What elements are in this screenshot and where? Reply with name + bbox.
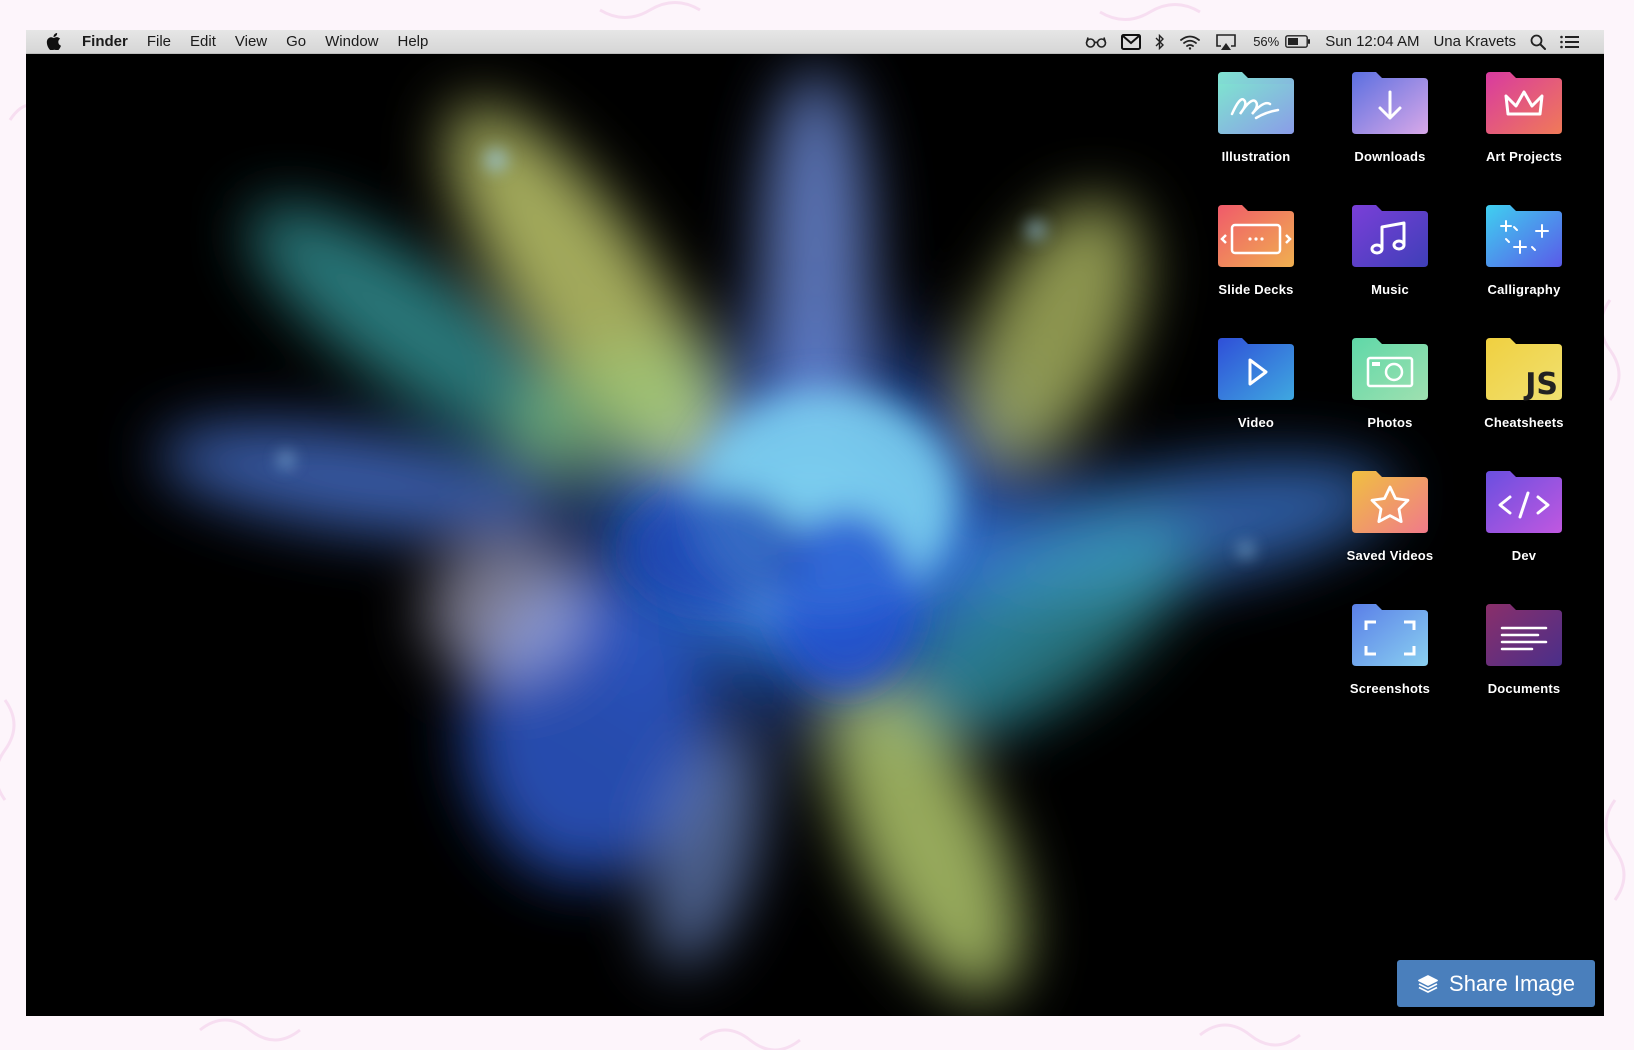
folder-label: Video [1237,415,1275,430]
folder-label: Saved Videos [1346,548,1434,563]
menu-app-finder[interactable]: Finder [82,33,128,50]
camera-icon [1350,336,1430,402]
folder-label: Music [1371,282,1409,297]
menubar-user-name[interactable]: Una Kravets [1433,33,1516,50]
folder-label: Downloads [1354,149,1426,164]
folder-label: Dev [1511,548,1537,563]
wifi-icon[interactable] [1179,30,1201,53]
folder-documents[interactable]: Documents [1458,602,1590,722]
folder-label: Illustration [1221,149,1291,164]
folder-slide-decks[interactable]: Slide Decks [1190,203,1322,323]
folder-photos[interactable]: Photos [1324,336,1456,456]
folder-dev[interactable]: Dev [1458,469,1590,589]
music-note-icon [1350,203,1430,269]
notification-list-icon[interactable] [1560,30,1580,53]
menu-help[interactable]: Help [398,33,429,50]
folder-video[interactable]: Video [1190,336,1322,456]
battery-icon[interactable] [1285,35,1311,48]
share-image-label: Share Image [1449,970,1575,996]
glasses-icon[interactable] [1085,30,1107,53]
battery-percent: 56% [1253,34,1280,49]
menubar-clock[interactable]: Sun 12:04 AM [1325,33,1419,50]
folder-label: Photos [1367,415,1413,430]
sparkle-icon [1484,203,1564,269]
share-image-button[interactable]: Share Image [1397,960,1595,1007]
folder-calligraphy[interactable]: Calligraphy [1458,203,1590,323]
menu-window[interactable]: Window [325,33,378,50]
folder-label: Cheatsheets [1484,415,1564,430]
desktop-screen: Finder File Edit View Go Window Help 56%… [26,30,1604,1016]
menu-view[interactable]: View [235,33,267,50]
folder-music[interactable]: Music [1324,203,1456,323]
folder-art-projects[interactable]: Art Projects [1458,70,1590,190]
airplay-icon[interactable] [1215,30,1237,53]
play-icon [1216,336,1296,402]
layers-icon [1417,974,1439,994]
arrow-down-icon [1350,70,1430,136]
crown-icon [1484,70,1564,136]
menu-go[interactable]: Go [286,33,306,50]
folder-illustration[interactable]: Illustration [1190,70,1322,190]
bluetooth-icon[interactable] [1155,30,1165,53]
menu-file[interactable]: File [147,33,171,50]
folder-saved-videos[interactable]: Saved Videos [1324,469,1456,589]
mail-icon[interactable] [1121,30,1142,53]
menu-edit[interactable]: Edit [190,33,216,50]
folder-label: Documents [1487,681,1561,696]
scribble-icon [1216,70,1296,136]
folder-screenshots[interactable]: Screenshots [1324,602,1456,722]
apple-icon[interactable] [46,33,62,51]
folder-label: Calligraphy [1487,282,1561,297]
crop-frame-icon [1350,602,1430,668]
folder-cheatsheets[interactable]: JS Cheatsheets [1458,336,1590,456]
spotlight-search-icon[interactable] [1530,30,1546,53]
folder-downloads[interactable]: Downloads [1324,70,1456,190]
folder-label: Screenshots [1349,681,1431,696]
star-icon [1350,469,1430,535]
text-lines-icon [1484,602,1564,668]
svg-text:JS: JS [1523,367,1558,402]
js-icon: JS [1484,336,1564,402]
code-icon [1484,469,1564,535]
folder-label: Slide Decks [1218,282,1294,297]
slides-icon [1216,203,1296,269]
folder-label: Art Projects [1485,149,1563,164]
menu-bar: Finder File Edit View Go Window Help 56%… [26,30,1604,54]
